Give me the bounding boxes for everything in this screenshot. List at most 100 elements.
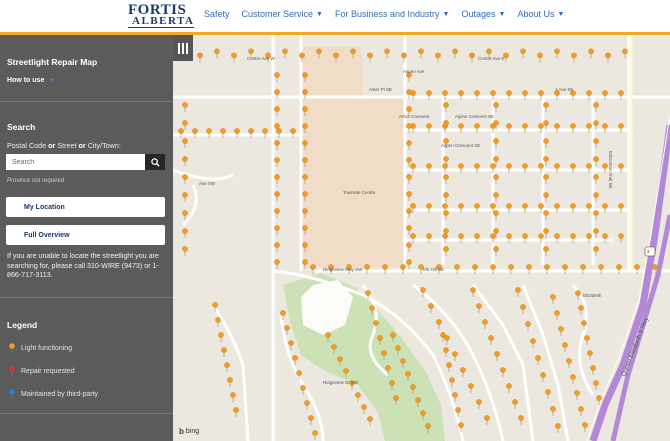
streetlight-pin[interactable]	[586, 203, 592, 209]
streetlight-pin[interactable]	[622, 48, 628, 55]
streetlight-pin[interactable]	[274, 157, 280, 163]
streetlight-pin[interactable]	[452, 48, 458, 55]
streetlight-pin[interactable]	[538, 163, 544, 169]
streetlight-pin[interactable]	[575, 290, 581, 296]
streetlight-pin[interactable]	[182, 246, 188, 252]
streetlight-pin[interactable]	[390, 332, 396, 338]
streetlight-pin[interactable]	[574, 390, 580, 396]
streetlight-pin[interactable]	[182, 102, 188, 108]
streetlight-pin[interactable]	[274, 225, 280, 231]
streetlight-pin[interactable]	[182, 156, 188, 162]
streetlight-pin[interactable]	[584, 335, 590, 341]
streetlight-pin[interactable]	[443, 246, 449, 252]
streetlight-pin[interactable]	[452, 351, 458, 357]
streetlight-pin[interactable]	[234, 128, 240, 134]
streetlight-pin[interactable]	[616, 264, 622, 270]
streetlight-pin[interactable]	[543, 156, 549, 162]
streetlight-pin[interactable]	[602, 90, 608, 96]
streetlight-pin[interactable]	[428, 303, 434, 309]
streetlight-pin[interactable]	[586, 123, 592, 129]
nav-about-us[interactable]: About Us ▼	[517, 9, 564, 19]
streetlight-pin[interactable]	[426, 233, 432, 239]
streetlight-pin[interactable]	[520, 304, 526, 310]
streetlight-pin[interactable]	[543, 138, 549, 144]
streetlight-pin[interactable]	[300, 385, 306, 391]
streetlight-pin[interactable]	[488, 335, 494, 341]
streetlight-pin[interactable]	[389, 380, 395, 386]
streetlight-pin[interactable]	[436, 319, 442, 325]
streetlight-pin[interactable]	[302, 174, 308, 180]
streetlight-pin[interactable]	[494, 351, 500, 357]
streetlight-pin[interactable]	[302, 123, 308, 129]
streetlight-pin[interactable]	[545, 389, 551, 395]
streetlight-pin[interactable]	[443, 228, 449, 234]
streetlight-pin[interactable]	[586, 163, 592, 169]
streetlight-pin[interactable]	[618, 233, 624, 239]
streetlight-pin[interactable]	[312, 430, 318, 436]
streetlight-pin[interactable]	[596, 395, 602, 401]
streetlight-pin[interactable]	[377, 335, 383, 341]
streetlight-pin[interactable]	[302, 208, 308, 214]
streetlight-pin[interactable]	[182, 174, 188, 180]
streetlight-pin[interactable]	[426, 123, 432, 129]
streetlight-pin[interactable]	[230, 392, 236, 398]
streetlight-pin[interactable]	[593, 138, 599, 144]
streetlight-pin[interactable]	[395, 345, 401, 351]
streetlight-pin[interactable]	[192, 128, 198, 134]
streetlight-pin[interactable]	[343, 368, 349, 374]
streetlight-pin[interactable]	[493, 246, 499, 252]
streetlight-pin[interactable]	[274, 259, 280, 265]
streetlight-pin[interactable]	[449, 377, 455, 383]
streetlight-pin[interactable]	[231, 52, 237, 59]
how-to-use-toggle[interactable]: How to use ▼	[7, 77, 55, 84]
streetlight-pin[interactable]	[490, 233, 496, 239]
streetlight-pin[interactable]	[182, 228, 188, 234]
streetlight-pin[interactable]	[400, 264, 406, 270]
streetlight-pin[interactable]	[618, 123, 624, 129]
streetlight-pin[interactable]	[468, 383, 474, 389]
streetlight-pin[interactable]	[512, 399, 518, 405]
streetlight-pin[interactable]	[554, 48, 560, 55]
nav-customer-service[interactable]: Customer Service ▼	[242, 9, 323, 19]
streetlight-pin[interactable]	[221, 347, 227, 353]
streetlight-pin[interactable]	[248, 128, 254, 134]
streetlight-pin[interactable]	[593, 120, 599, 126]
streetlight-pin[interactable]	[178, 128, 184, 134]
streetlight-pin[interactable]	[426, 203, 432, 209]
streetlight-pin[interactable]	[406, 208, 412, 214]
streetlight-pin[interactable]	[554, 203, 560, 209]
streetlight-pin[interactable]	[587, 350, 593, 356]
streetlight-pin[interactable]	[214, 48, 220, 55]
streetlight-pin[interactable]	[248, 48, 254, 55]
streetlight-pin[interactable]	[530, 338, 536, 344]
nav-business-industry[interactable]: For Business and Industry ▼	[335, 9, 450, 19]
streetlight-pin[interactable]	[406, 106, 412, 112]
streetlight-pin[interactable]	[274, 242, 280, 248]
streetlight-pin[interactable]	[522, 233, 528, 239]
streetlight-pin[interactable]	[590, 365, 596, 371]
streetlight-pin[interactable]	[385, 365, 391, 371]
streetlight-pin[interactable]	[537, 52, 543, 59]
streetlight-pin[interactable]	[274, 174, 280, 180]
streetlight-pin[interactable]	[290, 128, 296, 134]
streetlight-pin[interactable]	[350, 48, 356, 55]
search-button[interactable]	[145, 154, 165, 170]
streetlight-pin[interactable]	[570, 374, 576, 380]
streetlight-pin[interactable]	[522, 203, 528, 209]
streetlight-pin[interactable]	[443, 347, 449, 353]
streetlight-pin[interactable]	[458, 163, 464, 169]
streetlight-pin[interactable]	[401, 52, 407, 59]
streetlight-pin[interactable]	[506, 383, 512, 389]
streetlight-pin[interactable]	[220, 128, 226, 134]
streetlight-pin[interactable]	[570, 203, 576, 209]
streetlight-pin[interactable]	[474, 163, 480, 169]
nav-outages[interactable]: Outages ▼	[461, 9, 505, 19]
streetlight-pin[interactable]	[182, 192, 188, 198]
streetlight-pin[interactable]	[367, 416, 373, 422]
streetlight-pin[interactable]	[262, 128, 268, 134]
streetlight-pin[interactable]	[493, 192, 499, 198]
streetlight-pin[interactable]	[474, 123, 480, 129]
streetlight-pin[interactable]	[605, 52, 611, 59]
streetlight-pin[interactable]	[602, 163, 608, 169]
streetlight-pin[interactable]	[484, 415, 490, 421]
